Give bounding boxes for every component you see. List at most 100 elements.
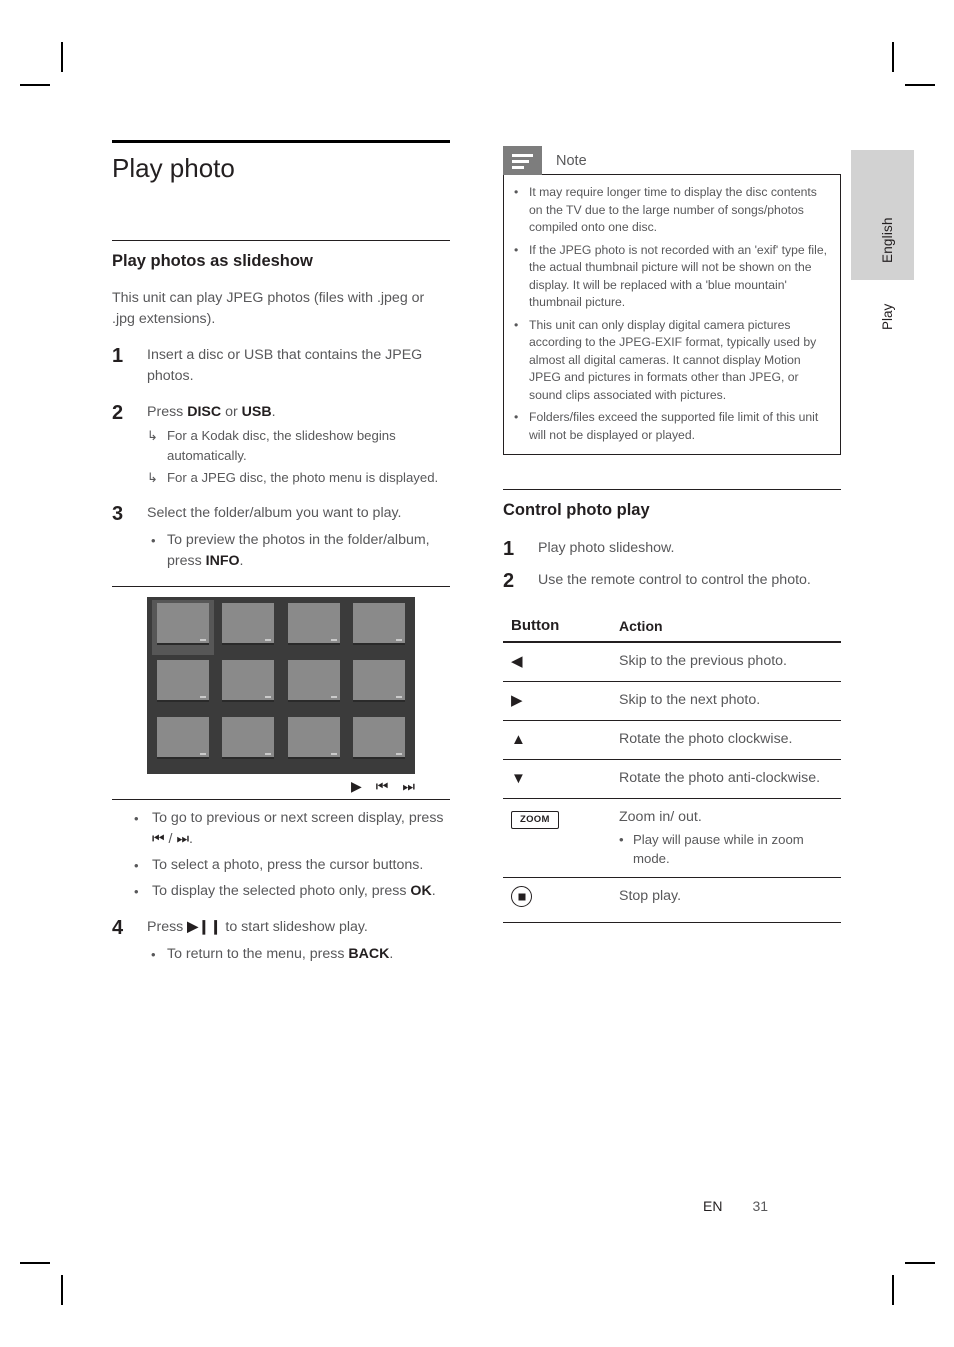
thumbnail-8[interactable] <box>352 659 408 709</box>
intro-paragraph: This unit can play JPEG photos (files wi… <box>112 290 425 327</box>
step-3-bullet-1-post: . <box>239 552 244 569</box>
thumbnail-10[interactable] <box>221 716 277 766</box>
photo-thumbnail-screen <box>147 596 415 774</box>
section-heading-control: Control photo play <box>503 501 650 519</box>
step-4-bullet-1-post: . <box>389 945 394 962</box>
button-action-table: Button Action ◀ Skip to the previous pho… <box>503 610 841 923</box>
note-item: • If the JPEG photo is not recorded with… <box>514 242 828 312</box>
step-1-text: Insert a disc or USB that contains the J… <box>147 347 423 384</box>
figure-bullet-3: • To display the selected photo only, pr… <box>112 881 450 902</box>
section-tab-label: Play <box>880 303 895 330</box>
cropmark-top-left-horizontal <box>20 84 50 86</box>
step-4-bullet-1: • To return to the menu, press BACK. <box>147 944 450 965</box>
title-spacer <box>112 184 450 240</box>
step-2-result-2: ↳ For a JPEG disc, the photo menu is dis… <box>147 468 450 488</box>
zoom-key-icon: ZOOM <box>511 811 559 829</box>
previous-icon: ⏮ <box>152 829 165 846</box>
figure-bullet-2: • To select a photo, press the cursor bu… <box>112 855 450 876</box>
thumbnail-3[interactable] <box>286 602 342 652</box>
step-3: 3 Select the folder/album you want to pl… <box>112 503 450 572</box>
table-header-row: Button Action <box>503 610 841 643</box>
step-4: 4 Press ▶❙❙ to start slideshow play. • T… <box>112 917 450 965</box>
result-arrow-icon: ↳ <box>147 428 158 443</box>
note-item: • Folders/files exceed the supported fil… <box>514 409 828 444</box>
zoom-action-text: Zoom in/ out. <box>619 809 702 825</box>
control-step-2-text: Use the remote control to control the ph… <box>538 572 811 588</box>
thumbnail-9[interactable] <box>155 716 211 766</box>
table-header-button: Button <box>503 610 611 643</box>
table-row: ZOOM Zoom in/ out. • Play will pause whi… <box>503 798 841 878</box>
zoom-action-subbullet: • Play will pause while in zoom mode. <box>619 830 841 868</box>
step-2: 2 Press DISC or USB. ↳ For a Kodak disc,… <box>112 402 450 488</box>
play-pause-icon: ▶❙❙ <box>187 917 222 934</box>
step-4-number: 4 <box>112 916 124 939</box>
note-icon <box>503 146 542 175</box>
up-arrow-icon: ▲ <box>503 720 611 760</box>
step-2-text-pre: Press <box>147 404 188 420</box>
document-page: English Play Play photo Play photos as s… <box>0 0 954 1347</box>
table-cell-action: Stop play. <box>611 877 841 923</box>
bullet-icon: • <box>151 946 156 962</box>
thumbnail-5[interactable] <box>155 659 211 709</box>
down-arrow-icon: ▼ <box>503 759 611 799</box>
bullet-icon: • <box>514 410 519 424</box>
footer-page-number: 31 <box>752 1198 769 1214</box>
figure-bullet-2-text: To select a photo, press the cursor butt… <box>152 856 424 873</box>
bullet-icon: • <box>619 832 624 847</box>
left-column: Play photo Play photos as slideshow This… <box>112 140 450 965</box>
thumbnail-7[interactable] <box>286 659 342 709</box>
bullet-icon: • <box>514 185 519 199</box>
key-disc: DISC <box>187 404 222 420</box>
thumbnail-2[interactable] <box>221 602 277 652</box>
section-rule-control <box>503 489 841 490</box>
figure-transport-controls: ▶ ⏮ ⏭ <box>147 779 415 793</box>
step-3-text: Select the folder/album you want to play… <box>147 504 402 521</box>
language-tab-label: English <box>880 217 895 263</box>
bullet-icon: • <box>134 857 139 873</box>
cropmark-top-right-vertical <box>892 42 894 72</box>
table-row: Stop play. <box>503 877 841 923</box>
control-step-1-number: 1 <box>503 538 515 560</box>
thumbnail-6[interactable] <box>221 659 277 709</box>
table-cell-action: Skip to the next photo. <box>611 681 841 721</box>
table-header-action: Action <box>611 610 841 643</box>
control-step-1-text: Play photo slideshow. <box>538 540 675 556</box>
bullet-icon: • <box>134 883 139 899</box>
thumbnail-4[interactable] <box>352 602 408 652</box>
figure-bullet-3-post: . <box>431 882 436 899</box>
thumbnail-11[interactable] <box>286 716 342 766</box>
control-step-2: 2 Use the remote control to control the … <box>503 570 841 592</box>
page-footer: EN 31 <box>703 1198 843 1214</box>
step-2-result-1: ↳ For a Kodak disc, the slideshow begins… <box>147 426 450 465</box>
table-row: ▶ Skip to the next photo. <box>503 681 841 721</box>
chapter-rule-top <box>112 140 450 143</box>
thumbnail-1-selected[interactable] <box>152 599 214 655</box>
step-2-result-1-text: For a Kodak disc, the slideshow begins a… <box>167 428 396 463</box>
section-rule <box>112 240 450 241</box>
step-1: 1 Insert a disc or USB that contains the… <box>112 345 450 387</box>
step-3-number: 3 <box>112 502 124 525</box>
step-4-text-pre: Press <box>147 918 188 935</box>
zoom-key-cell: ZOOM <box>503 798 611 878</box>
left-arrow-icon: ◀ <box>503 642 611 682</box>
key-ok: OK <box>410 882 432 899</box>
next-icon: ⏭ <box>176 829 190 846</box>
figure-bullet-1-post: . <box>189 830 193 847</box>
table-cell-action: Zoom in/ out. • Play will pause while in… <box>611 798 841 878</box>
step-4-bullet-1-pre: To return to the menu, press <box>167 945 349 962</box>
figure-bullet-3-pre: To display the selected photo only, pres… <box>152 882 411 899</box>
figure-bullet-list: • To go to previous or next screen displ… <box>112 808 450 902</box>
section-heading-slideshow: Play photos as slideshow <box>112 252 313 270</box>
thumbnail-12[interactable] <box>352 716 408 766</box>
previous-icon: ⏮ <box>375 777 389 794</box>
note-box: Note • It may require longer time to dis… <box>503 146 841 455</box>
note-item-text: This unit can only display digital camer… <box>529 317 817 402</box>
zoom-action-sub-text: Play will pause while in zoom mode. <box>633 832 804 866</box>
table-cell-action: Rotate the photo anti-clockwise. <box>611 759 841 799</box>
note-item: • This unit can only display digital cam… <box>514 317 828 405</box>
table-row: ◀ Skip to the previous photo. <box>503 642 841 682</box>
cropmark-top-right-horizontal <box>905 84 935 86</box>
bullet-icon: • <box>514 317 519 332</box>
figure-bullet-1-sep: / <box>164 830 177 847</box>
cropmark-top-left-vertical <box>61 42 63 72</box>
